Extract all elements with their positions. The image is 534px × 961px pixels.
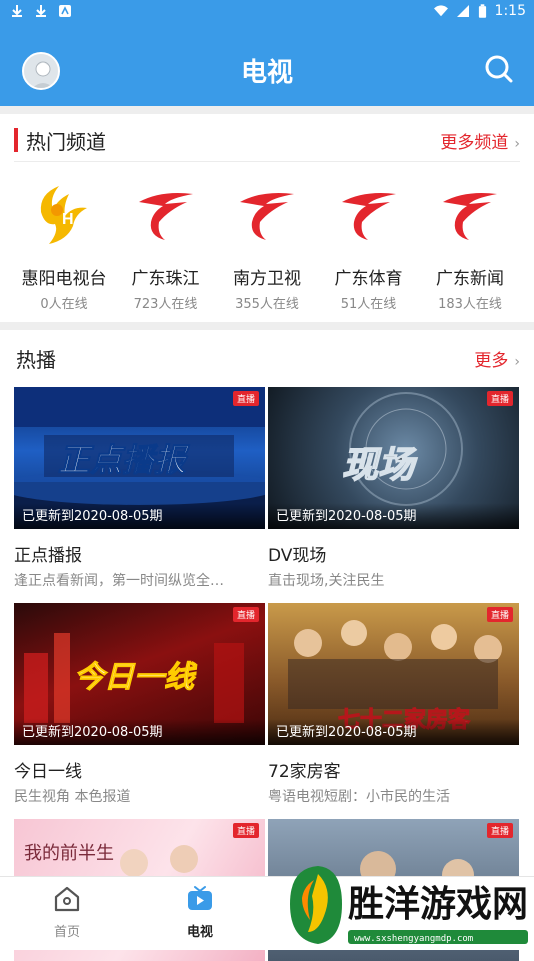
channel-name: 广东新闻 bbox=[436, 269, 504, 289]
hot-channels-section: 热门频道 更多频道 › H 惠阳电视台 0人在线 广东珠江 723人在线 南方卫视… bbox=[0, 114, 534, 322]
show-title: 今日一线 bbox=[14, 762, 82, 782]
channel-item[interactable]: 南方卫视 355人在线 bbox=[217, 180, 317, 312]
guangdong-tv-logo-icon bbox=[138, 193, 193, 240]
divider bbox=[0, 322, 534, 330]
download-icon bbox=[12, 5, 22, 17]
nav-home[interactable]: 首页 bbox=[22, 885, 112, 940]
show-card[interactable]: 今日一线 直播 已更新到2020-08-05期 今日一线 民生视角 本色报道 bbox=[14, 603, 265, 806]
show-artwork-title: 正点播报 bbox=[58, 441, 190, 479]
show-description: 粤语电视短剧：小市民的生活 bbox=[268, 789, 450, 805]
show-artwork-title: 今日一线 bbox=[74, 660, 198, 695]
show-card[interactable]: 七十二家房客 直播 已更新到2020-08-05期 72家房客 粤语电视短剧：小… bbox=[268, 603, 519, 806]
more-shows-link[interactable]: 更多 › bbox=[474, 346, 520, 371]
show-title: 72家房客 bbox=[268, 762, 341, 782]
channel-online-count: 0人在线 bbox=[40, 297, 88, 312]
guangdong-tv-logo-icon bbox=[240, 193, 294, 240]
signal-icon bbox=[456, 5, 469, 17]
show-description: 直击现场,关注民生 bbox=[268, 573, 385, 589]
more-channels-label: 更多频道 bbox=[440, 133, 509, 153]
home-icon bbox=[54, 886, 80, 912]
update-status: 已更新到2020-08-05期 bbox=[22, 509, 163, 524]
chevron-right-icon: › bbox=[514, 136, 520, 152]
nav-label: 电视 bbox=[186, 925, 213, 940]
svg-text:H: H bbox=[62, 211, 74, 228]
live-badge: 直播 bbox=[486, 391, 513, 406]
hot-channels-header: 热门频道 更多频道 › bbox=[14, 126, 520, 162]
channel-online-count: 183人在线 bbox=[438, 297, 502, 312]
show-artwork-title: 我的前半生 bbox=[24, 843, 114, 864]
channel-list: H 惠阳电视台 0人在线 广东珠江 723人在线 南方卫视 355人在线 广东体… bbox=[14, 180, 520, 312]
show-thumbnail: 七十二家房客 直播 已更新到2020-08-05期 bbox=[268, 603, 519, 745]
channel-item[interactable]: 广东珠江 723人在线 bbox=[116, 180, 216, 312]
live-badge: 直播 bbox=[232, 391, 259, 406]
show-card[interactable]: 现场 直播 已更新到2020-08-05期 DV现场 直击现场,关注民生 bbox=[268, 387, 519, 590]
live-badge: 直播 bbox=[232, 607, 259, 622]
show-artwork-title: 现场 bbox=[342, 445, 418, 486]
channel-item[interactable]: 广东新闻 183人在线 bbox=[420, 180, 520, 312]
channel-name: 惠阳电视台 bbox=[21, 269, 107, 289]
channel-name: 南方卫视 bbox=[233, 269, 301, 289]
status-system: 1:15 bbox=[433, 3, 526, 19]
guangdong-tv-logo-icon bbox=[341, 193, 396, 240]
show-description: 民生视角 本色报道 bbox=[14, 789, 131, 805]
update-status: 已更新到2020-08-05期 bbox=[276, 725, 417, 740]
show-card[interactable]: 正点播报 直播 已更新到2020-08-05期 正点播报 逢正点看新闻，第一时间… bbox=[14, 387, 265, 590]
nav-tv[interactable]: 电视 bbox=[155, 885, 245, 940]
channel-online-count: 723人在线 bbox=[133, 297, 198, 312]
status-notifications bbox=[10, 4, 72, 18]
app-notification-icon bbox=[59, 5, 71, 17]
show-description: 逢正点看新闻，第一时间纵览全… bbox=[14, 573, 224, 589]
channel-name: 广东体育 bbox=[334, 269, 403, 289]
nav-label: 首页 bbox=[53, 925, 80, 940]
watermark-title: 胜洋游戏网 bbox=[348, 884, 528, 925]
guangdong-tv-logo-icon bbox=[443, 193, 497, 240]
show-thumbnail: 今日一线 直播 已更新到2020-08-05期 bbox=[14, 603, 265, 745]
update-status: 已更新到2020-08-05期 bbox=[276, 509, 417, 524]
wifi-icon bbox=[433, 5, 448, 17]
battery-icon bbox=[478, 3, 486, 18]
search-icon[interactable] bbox=[484, 54, 514, 84]
page-title: 电视 bbox=[240, 58, 293, 88]
status-bar: 1:15 bbox=[0, 0, 534, 24]
more-shows-label: 更多 bbox=[474, 351, 509, 371]
section-marker bbox=[14, 128, 18, 152]
show-title: 正点播报 bbox=[14, 546, 82, 566]
channel-item[interactable]: 广东体育 51人在线 bbox=[319, 180, 419, 312]
download-icon bbox=[36, 5, 46, 17]
channel-online-count: 355人在线 bbox=[235, 297, 299, 312]
divider bbox=[0, 106, 534, 114]
update-status: 已更新到2020-08-05期 bbox=[22, 725, 163, 740]
channel-online-count: 51人在线 bbox=[340, 297, 397, 312]
status-time: 1:15 bbox=[494, 3, 526, 19]
show-thumbnail: 正点播报 直播 已更新到2020-08-05期 bbox=[14, 387, 265, 529]
show-title: DV现场 bbox=[268, 546, 327, 566]
section-title: 热播 bbox=[16, 348, 56, 372]
show-thumbnail: 现场 直播 已更新到2020-08-05期 bbox=[268, 387, 519, 529]
chevron-right-icon: › bbox=[514, 354, 520, 370]
live-badge: 直播 bbox=[486, 607, 513, 622]
live-badge: 直播 bbox=[486, 823, 513, 838]
huiyang-logo-icon: H bbox=[40, 186, 87, 244]
watermark-url: www.sxshengyangmdp.com bbox=[354, 934, 473, 944]
app-bar: 电视 bbox=[0, 24, 534, 106]
channel-item[interactable]: H 惠阳电视台 0人在线 bbox=[14, 180, 114, 312]
hot-shows-header: 热播 更多 › bbox=[14, 344, 520, 374]
more-channels-link[interactable]: 更多频道 › bbox=[440, 128, 520, 153]
site-watermark: 胜洋游戏网 www.sxshengyangmdp.com bbox=[290, 866, 528, 944]
section-title: 热门频道 bbox=[26, 130, 106, 154]
live-badge: 直播 bbox=[232, 823, 259, 838]
channel-name: 广东珠江 bbox=[131, 269, 200, 289]
tv-icon bbox=[188, 886, 212, 910]
